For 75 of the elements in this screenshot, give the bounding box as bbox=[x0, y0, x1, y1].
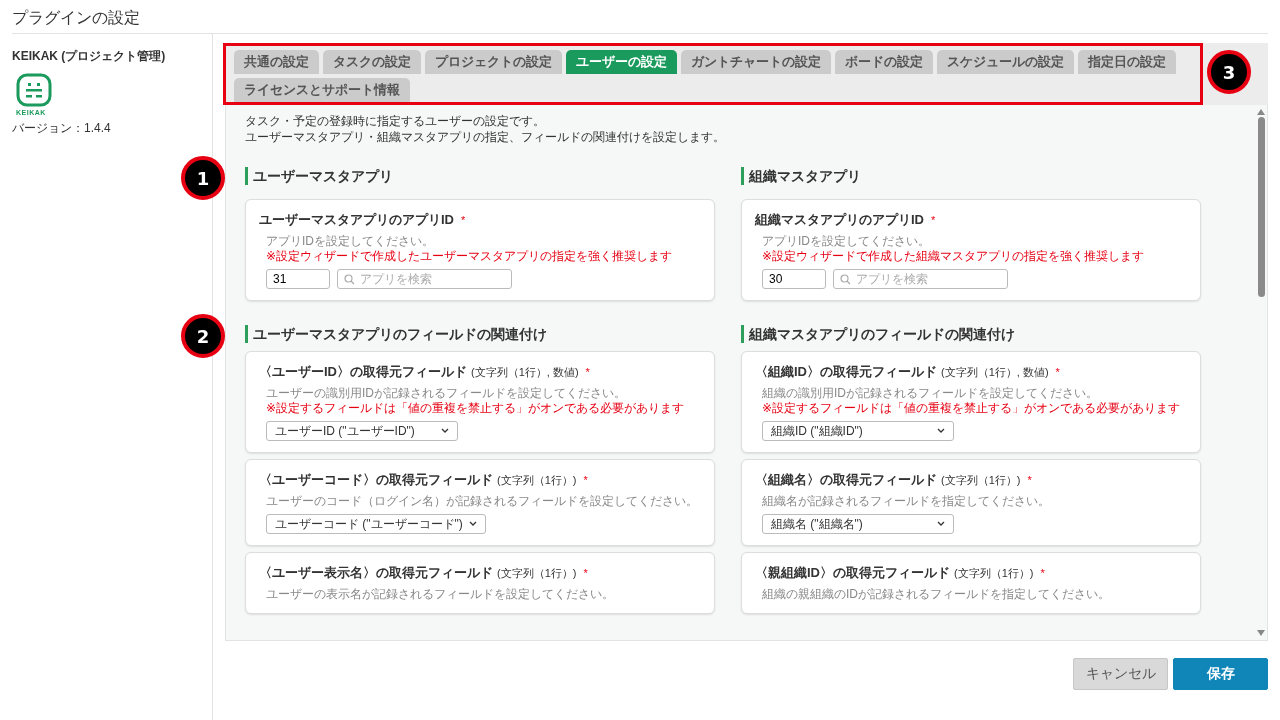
field-type-note: (文字列（1行）, 数値) bbox=[471, 365, 579, 380]
field-label: 組織マスタアプリのアプリID bbox=[755, 211, 924, 229]
cancel-button[interactable]: キャンセル bbox=[1073, 658, 1168, 690]
hint-text: ユーザーのコード（ログイン名）が記録されるフィールドを設定してください。 bbox=[265, 494, 699, 509]
section-heading: ユーザーマスタアプリのフィールドの関連付け bbox=[245, 325, 547, 343]
scroll-up-icon[interactable] bbox=[1257, 109, 1265, 115]
field-label: ユーザーマスタアプリのアプリID bbox=[259, 211, 454, 229]
required-mark: * bbox=[1055, 366, 1060, 378]
scroll-down-icon[interactable] bbox=[1257, 630, 1265, 636]
save-button[interactable]: 保存 bbox=[1173, 658, 1268, 690]
chevron-down-icon bbox=[468, 521, 477, 527]
tab[interactable]: ライセンスとサポート情報 bbox=[234, 78, 410, 102]
hint-text: 組織の親組織のIDが記録されるフィールドを指定してください。 bbox=[761, 587, 1111, 602]
chevron-down-icon bbox=[937, 428, 945, 434]
field-select[interactable]: 組織名 ("組織名") bbox=[762, 514, 954, 534]
app-id-field[interactable]: 30 bbox=[762, 269, 826, 289]
plugin-name: KEIKAK (プロジェクト管理) bbox=[12, 48, 167, 65]
field-type-note: (文字列（1行）) bbox=[497, 473, 577, 488]
required-mark: * bbox=[1040, 567, 1045, 579]
hint-text: アプリIDを設定してください。 bbox=[265, 234, 435, 249]
page-title: プラグインの設定 bbox=[12, 0, 1268, 34]
search-field[interactable]: アプリを検索 bbox=[337, 269, 512, 289]
tab[interactable]: タスクの設定 bbox=[323, 50, 421, 74]
tab[interactable]: 共通の設定 bbox=[234, 50, 319, 74]
search-icon bbox=[840, 274, 851, 285]
field-label: 〈親組織ID〉の取得元フィールド bbox=[755, 564, 950, 582]
field-label: 〈組織ID〉の取得元フィールド bbox=[755, 363, 937, 381]
required-mark: * bbox=[585, 366, 590, 378]
callout-badge: 3 bbox=[1207, 50, 1251, 94]
section-heading: ユーザーマスタアプリ bbox=[245, 167, 393, 185]
field-select[interactable]: ユーザーID ("ユーザーID") bbox=[266, 421, 458, 441]
search-icon bbox=[344, 274, 355, 285]
version-text: バージョン：1.4.4 bbox=[12, 120, 112, 137]
field-type-note: (文字列（1行）) bbox=[497, 566, 577, 581]
field-select[interactable]: 組織ID ("組織ID") bbox=[762, 421, 954, 441]
logo-icon bbox=[16, 73, 52, 107]
field-label: 〈組織名〉の取得元フィールド bbox=[755, 471, 937, 489]
section-heading: 組織マスタアプリ bbox=[741, 167, 861, 185]
field-label: 〈ユーザーID〉の取得元フィールド bbox=[259, 363, 467, 381]
description-text: タスク・予定の登録時に指定するユーザーの設定です。 bbox=[245, 113, 546, 129]
hint-text: アプリIDを設定してください。 bbox=[761, 234, 931, 249]
tab[interactable]: ガントチャートの設定 bbox=[681, 50, 831, 74]
field-select[interactable]: ユーザーコード ("ユーザーコード") bbox=[266, 514, 486, 534]
tab[interactable]: 指定日の設定 bbox=[1078, 50, 1176, 74]
warning-text: ※設定するフィールドは「値の重複を禁止する」がオンである必要があります bbox=[761, 401, 1182, 416]
warning-text: ※設定ウィザードで作成した組織マスタアプリの指定を強く推奨します bbox=[761, 249, 1146, 264]
tab[interactable]: ユーザーの設定 bbox=[566, 50, 677, 74]
search-field[interactable]: アプリを検索 bbox=[833, 269, 1008, 289]
warning-text: ※設定ウィザードで作成したユーザーマスタアプリの指定を強く推奨します bbox=[265, 249, 674, 264]
tab[interactable]: ボードの設定 bbox=[835, 50, 933, 74]
required-mark: * bbox=[583, 474, 588, 486]
required-mark: * bbox=[1027, 474, 1032, 486]
section-heading: 組織マスタアプリのフィールドの関連付け bbox=[741, 325, 1015, 343]
hint-text: ユーザーの識別用IDが記録されるフィールドを設定してください。 bbox=[265, 386, 627, 401]
description-text: ユーザーマスタアプリ・組織マスタアプリの指定、フィールドの関連付けを設定します。 bbox=[245, 129, 726, 145]
tab[interactable]: プロジェクトの設定 bbox=[425, 50, 562, 74]
field-type-note: (文字列（1行）) bbox=[941, 473, 1021, 488]
chevron-down-icon bbox=[441, 428, 449, 434]
field-type-note: (文字列（1行）) bbox=[954, 566, 1034, 581]
required-mark: * bbox=[461, 214, 466, 226]
hint-text: 組織の識別用IDが記録されるフィールドを設定してください。 bbox=[761, 386, 1099, 401]
callout-badge: 1 bbox=[181, 156, 225, 200]
required-mark: * bbox=[931, 214, 936, 226]
chevron-down-icon bbox=[937, 521, 945, 527]
field-label: 〈ユーザーコード〉の取得元フィールド bbox=[259, 471, 493, 489]
scrollbar-thumb[interactable] bbox=[1257, 117, 1265, 297]
app-id-field[interactable]: 31 bbox=[266, 269, 330, 289]
required-mark: * bbox=[583, 567, 588, 579]
warning-text: ※設定するフィールドは「値の重複を禁止する」がオンである必要があります bbox=[265, 401, 686, 416]
field-type-note: (文字列（1行）, 数値) bbox=[941, 365, 1049, 380]
hint-text: ユーザーの表示名が記録されるフィールドを設定してください。 bbox=[265, 587, 615, 602]
hint-text: 組織名が記録されるフィールドを指定してください。 bbox=[761, 494, 1051, 509]
field-label: 〈ユーザー表示名〉の取得元フィールド bbox=[259, 564, 493, 582]
callout-badge: 2 bbox=[181, 314, 225, 358]
tab[interactable]: スケジュールの設定 bbox=[937, 50, 1074, 74]
